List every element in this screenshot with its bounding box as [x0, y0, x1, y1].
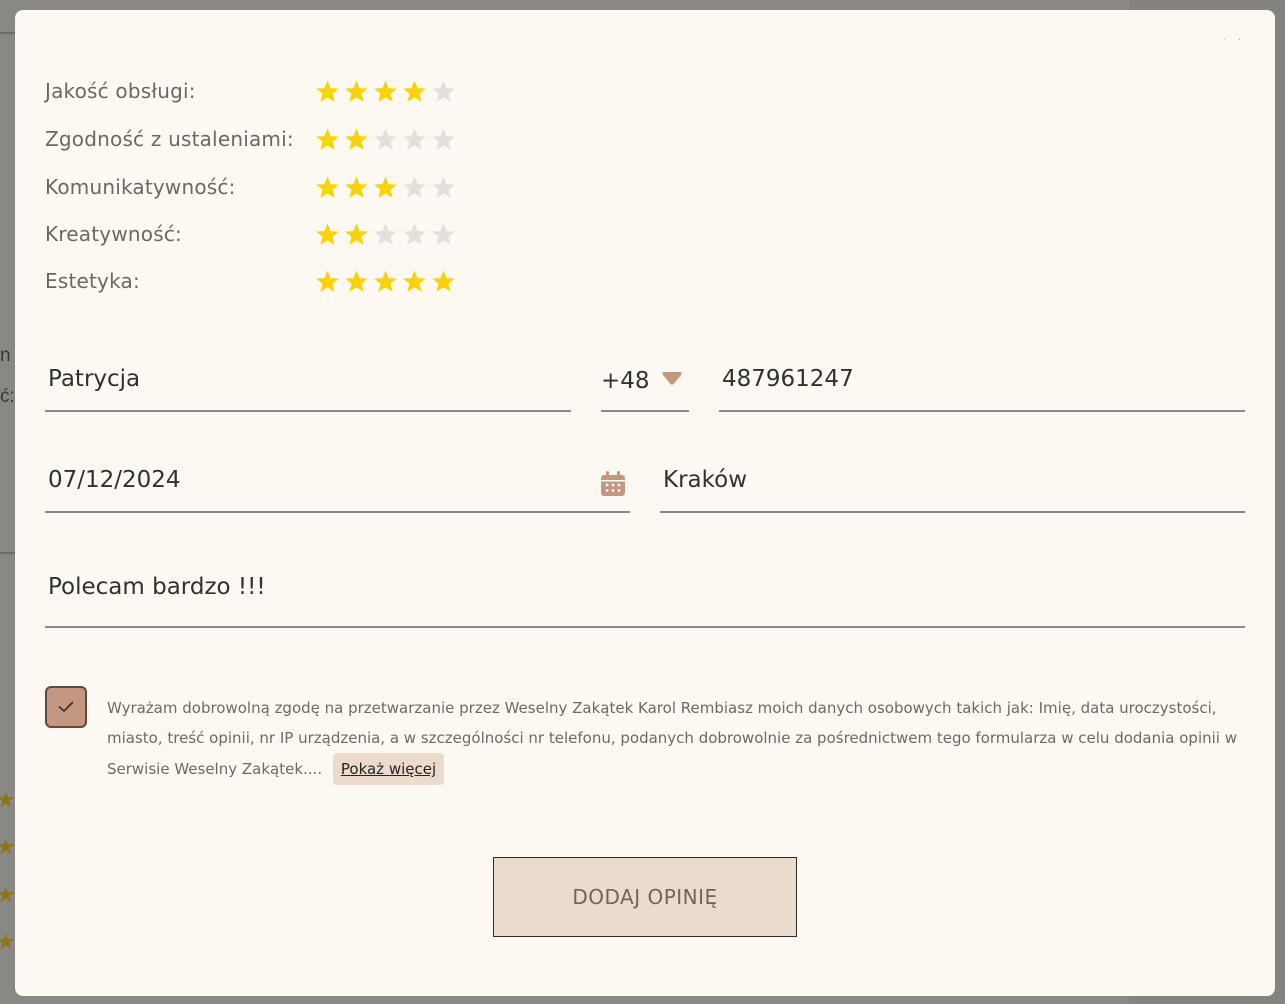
star-rating: [315, 269, 456, 294]
background-star-icon: ★: [0, 930, 16, 955]
date-input-value: 07/12/2024: [48, 467, 181, 493]
star-icon[interactable]: [373, 222, 398, 247]
star-icon[interactable]: [373, 269, 398, 294]
phone-input-value: 487961247: [722, 366, 854, 392]
star-icon[interactable]: [373, 127, 398, 152]
phone-prefix-select[interactable]: +48: [601, 350, 689, 412]
background-star-icon: ★: [0, 883, 16, 908]
background-star-icon: ★: [0, 835, 16, 860]
rating-row: Zgodność z ustaleniami:: [45, 124, 456, 154]
rating-label: Jakość obsługi:: [45, 79, 196, 103]
rating-row: Komunikatywność:: [45, 172, 456, 202]
background-star-icon: ★: [0, 788, 16, 813]
star-rating: [315, 127, 456, 152]
star-icon[interactable]: [315, 175, 340, 200]
consent-text: Wyrażam dobrowolną zgodę na przetwarzani…: [107, 699, 1237, 778]
consent-text-block: Wyrażam dobrowolną zgodę na przetwarzani…: [107, 693, 1237, 785]
calendar-icon[interactable]: [598, 469, 628, 499]
star-icon[interactable]: [431, 175, 456, 200]
star-icon[interactable]: [402, 269, 427, 294]
star-icon[interactable]: [315, 79, 340, 104]
rating-label: Estetyka:: [45, 269, 140, 293]
star-icon[interactable]: [402, 127, 427, 152]
star-icon[interactable]: [431, 222, 456, 247]
check-icon: [58, 701, 74, 712]
city-field[interactable]: Kraków: [660, 451, 1245, 513]
opinion-input-value: Polecam bardzo !!!: [48, 574, 266, 600]
star-icon[interactable]: [344, 79, 369, 104]
star-icon[interactable]: [373, 79, 398, 104]
consent-checkbox[interactable]: [45, 686, 87, 728]
rating-row: Kreatywność:: [45, 219, 456, 249]
star-icon[interactable]: [402, 222, 427, 247]
star-rating: [315, 175, 456, 200]
name-input-value: Patrycja: [48, 366, 141, 392]
rating-row: Jakość obsługi:: [45, 76, 456, 106]
star-icon[interactable]: [344, 175, 369, 200]
star-icon[interactable]: [344, 127, 369, 152]
add-review-button[interactable]: DODAJ OPINIĘ: [493, 857, 797, 937]
background-text: ć:: [0, 386, 15, 407]
star-icon[interactable]: [402, 175, 427, 200]
phone-field[interactable]: 487961247: [719, 350, 1245, 412]
rating-label: Komunikatywność:: [45, 175, 236, 199]
rating-label: Kreatywność:: [45, 222, 182, 246]
close-icon[interactable]: ..: [1223, 32, 1253, 43]
background-divider: [0, 552, 15, 554]
name-field[interactable]: Patrycja: [45, 350, 571, 412]
star-icon[interactable]: [344, 269, 369, 294]
rating-label: Zgodność z ustaleniami:: [45, 127, 294, 151]
star-icon[interactable]: [315, 222, 340, 247]
phone-prefix-value: +48: [601, 368, 650, 394]
rating-row: Estetyka:: [45, 266, 456, 296]
background-divider: [0, 32, 15, 34]
star-icon[interactable]: [431, 269, 456, 294]
star-icon[interactable]: [402, 79, 427, 104]
add-review-modal: .. Jakość obsługi: Zgodność z ustaleniami…: [15, 10, 1275, 996]
background-text: n: [0, 345, 11, 366]
star-rating: [315, 222, 456, 247]
city-input-value: Kraków: [663, 467, 748, 493]
star-icon[interactable]: [344, 222, 369, 247]
date-field[interactable]: 07/12/2024: [45, 451, 630, 513]
star-icon[interactable]: [373, 175, 398, 200]
chevron-down-icon: [661, 370, 683, 386]
opinion-field[interactable]: Polecam bardzo !!!: [45, 550, 1245, 628]
star-rating: [315, 79, 456, 104]
star-icon[interactable]: [315, 127, 340, 152]
show-more-link[interactable]: Pokaż więcej: [332, 753, 445, 785]
star-icon[interactable]: [315, 269, 340, 294]
star-icon[interactable]: [431, 127, 456, 152]
star-icon[interactable]: [431, 79, 456, 104]
